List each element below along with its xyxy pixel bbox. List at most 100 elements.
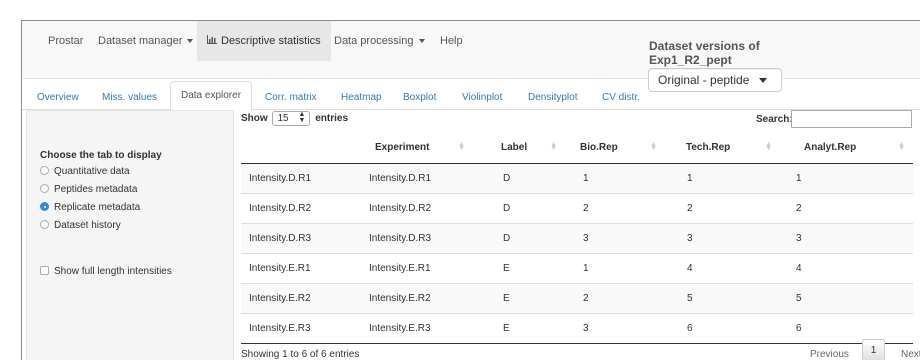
- top-navbar: Prostar Dataset manager Descriptive stat…: [22, 21, 920, 79]
- table-cell: Intensity.D.R3: [361, 222, 473, 253]
- table-row[interactable]: Intensity.E.R3 Intensity.E.R3 E 3 6 6: [241, 312, 913, 344]
- pagination-previous-button[interactable]: Previous: [810, 349, 849, 360]
- table-cell: 5: [780, 282, 913, 313]
- checkbox-icon[interactable]: [40, 266, 49, 275]
- sort-icon: ▲ ▼: [765, 141, 772, 152]
- table-cell: 5: [665, 282, 780, 313]
- chevron-down-icon: [418, 39, 425, 44]
- nav-prostar[interactable]: Prostar: [48, 21, 83, 61]
- table-cell: 2: [780, 192, 913, 223]
- table-cell: Intensity.E.R1: [361, 252, 473, 283]
- table-cell: Intensity.D.R3: [241, 222, 361, 253]
- radio-icon[interactable]: [40, 166, 49, 175]
- tab-data-explorer[interactable]: Data explorer: [170, 81, 253, 111]
- column-header-label: Bio.Rep: [580, 141, 618, 153]
- radio-checked-icon[interactable]: [40, 202, 49, 211]
- radio-icon[interactable]: [40, 184, 49, 193]
- bar-chart-icon: [207, 21, 217, 61]
- updown-icon: ▲ ▼: [298, 111, 306, 124]
- table-cell: 1: [565, 162, 665, 193]
- table-cell: D: [473, 222, 565, 253]
- tab-cv-distr[interactable]: CV distr.: [602, 88, 640, 110]
- column-header-analyt-rep[interactable]: Analyt.Rep ▲ ▼: [780, 132, 913, 164]
- radio-dataset-history[interactable]: Dataset history: [40, 220, 121, 232]
- column-header-rowname[interactable]: [241, 132, 361, 164]
- table-cell: 3: [565, 312, 665, 344]
- table-row[interactable]: Intensity.E.R2 Intensity.E.R2 E 2 5 5: [241, 282, 913, 313]
- radio-replicate-metadata[interactable]: Replicate metadata: [40, 202, 140, 214]
- dataset-versions-title: Dataset versions of Exp1_R2_pept: [649, 39, 760, 67]
- radio-label: Replicate metadata: [54, 202, 141, 213]
- radio-icon[interactable]: [40, 220, 49, 229]
- tab-boxplot[interactable]: Boxplot: [403, 88, 436, 110]
- nav-data-processing[interactable]: Data processing: [334, 21, 425, 61]
- checkbox-label: Show full length intensities: [54, 266, 172, 277]
- table-cell: 2: [565, 192, 665, 223]
- sort-icon: ▲ ▼: [458, 141, 465, 152]
- sidebar-heading: Choose the tab to display: [40, 150, 162, 161]
- entries-label: entries: [315, 113, 349, 125]
- table-row[interactable]: Intensity.D.R1 Intensity.D.R1 D 1 1 1: [241, 162, 913, 193]
- table-cell: 6: [780, 312, 913, 344]
- tab-corr-matrix[interactable]: Corr. matrix: [265, 88, 317, 110]
- radio-quantitative-data[interactable]: Quantitative data: [40, 166, 130, 178]
- table-cell: Intensity.D.R2: [361, 192, 473, 223]
- nav-data-processing-label: Data processing: [334, 35, 414, 47]
- column-header-label: Label: [501, 141, 528, 153]
- nav-descriptive-statistics-label: Descriptive statistics: [221, 35, 321, 47]
- entries-length-control: Show 15 ▲ ▼ entries: [241, 111, 348, 126]
- table-cell: D: [473, 192, 565, 223]
- table-cell: Intensity.D.R1: [361, 162, 473, 193]
- table-info-text: Showing 1 to 6 of 6 entries: [241, 349, 360, 360]
- tab-miss-values[interactable]: Miss. values: [102, 88, 157, 110]
- column-header-tech-rep[interactable]: Tech.Rep ▲ ▼: [665, 132, 780, 164]
- table-cell: 4: [665, 252, 780, 283]
- table-cell: Intensity.E.R2: [241, 282, 361, 313]
- sort-icon: ▲ ▼: [550, 141, 557, 152]
- table-cell: Intensity.E.R3: [361, 312, 473, 344]
- nav-dataset-manager[interactable]: Dataset manager: [98, 21, 194, 61]
- table-cell: Intensity.E.R1: [241, 252, 361, 283]
- data-explorer-panel: Show 15 ▲ ▼ entries Search: Experiment ▲ ▼ L…: [241, 110, 920, 360]
- table-cell: 1: [565, 252, 665, 283]
- table-header-row: Experiment ▲ ▼ Label ▲ ▼ Bio.Rep ▲ ▼ Tech.Rep ▲…: [241, 132, 913, 164]
- table-cell: 3: [565, 222, 665, 253]
- nav-descriptive-statistics[interactable]: Descriptive statistics: [197, 21, 331, 61]
- app-window: Prostar Dataset manager Descriptive stat…: [21, 20, 920, 360]
- tab-heatmap[interactable]: Heatmap: [341, 88, 382, 110]
- search-label: Search:: [756, 114, 793, 125]
- checkbox-full-length-intensities[interactable]: Show full length intensities: [40, 266, 172, 278]
- pagination-next-button[interactable]: Next: [901, 349, 920, 360]
- replicate-metadata-table: Experiment ▲ ▼ Label ▲ ▼ Bio.Rep ▲ ▼ Tech.Rep ▲…: [241, 132, 913, 344]
- column-header-label: Tech.Rep: [686, 141, 731, 153]
- table-row[interactable]: Intensity.D.R3 Intensity.D.R3 D 3 3 3: [241, 222, 913, 253]
- show-label: Show: [241, 113, 268, 125]
- column-header-label: Analyt.Rep: [804, 141, 857, 153]
- nav-prostar-label: Prostar: [48, 35, 84, 47]
- radio-label: Quantitative data: [54, 166, 130, 177]
- stats-tabs: Overview Miss. values Data explorer Corr…: [22, 79, 920, 111]
- entries-length-select[interactable]: 15 ▲ ▼: [272, 111, 311, 126]
- table-cell: 1: [780, 162, 913, 193]
- table-cell: 2: [565, 282, 665, 313]
- tab-densityplot[interactable]: Densityplot: [528, 88, 577, 110]
- table-cell: 1: [665, 162, 780, 193]
- table-cell: 2: [665, 192, 780, 223]
- table-cell: Intensity.E.R2: [361, 282, 473, 313]
- column-header-label[interactable]: Label ▲ ▼: [473, 132, 565, 164]
- search-input[interactable]: [791, 110, 912, 128]
- chevron-down-icon: [187, 39, 194, 44]
- radio-peptides-metadata[interactable]: Peptides metadata: [40, 184, 137, 196]
- tab-overview[interactable]: Overview: [37, 88, 79, 110]
- nav-help[interactable]: Help: [440, 21, 463, 61]
- tab-violinplot[interactable]: Violinplot: [462, 88, 502, 110]
- column-header-experiment[interactable]: Experiment ▲ ▼: [361, 132, 473, 164]
- table-cell: D: [473, 162, 565, 193]
- table-row[interactable]: Intensity.E.R1 Intensity.E.R1 E 1 4 4: [241, 252, 913, 283]
- table-row[interactable]: Intensity.D.R2 Intensity.D.R2 D 2 2 2: [241, 192, 913, 223]
- table-cell: Intensity.E.R3: [241, 312, 361, 344]
- pagination-page-1-button[interactable]: 1: [862, 339, 885, 360]
- column-header-bio-rep[interactable]: Bio.Rep ▲ ▼: [565, 132, 665, 164]
- nav-help-label: Help: [440, 35, 463, 47]
- table-cell: E: [473, 282, 565, 313]
